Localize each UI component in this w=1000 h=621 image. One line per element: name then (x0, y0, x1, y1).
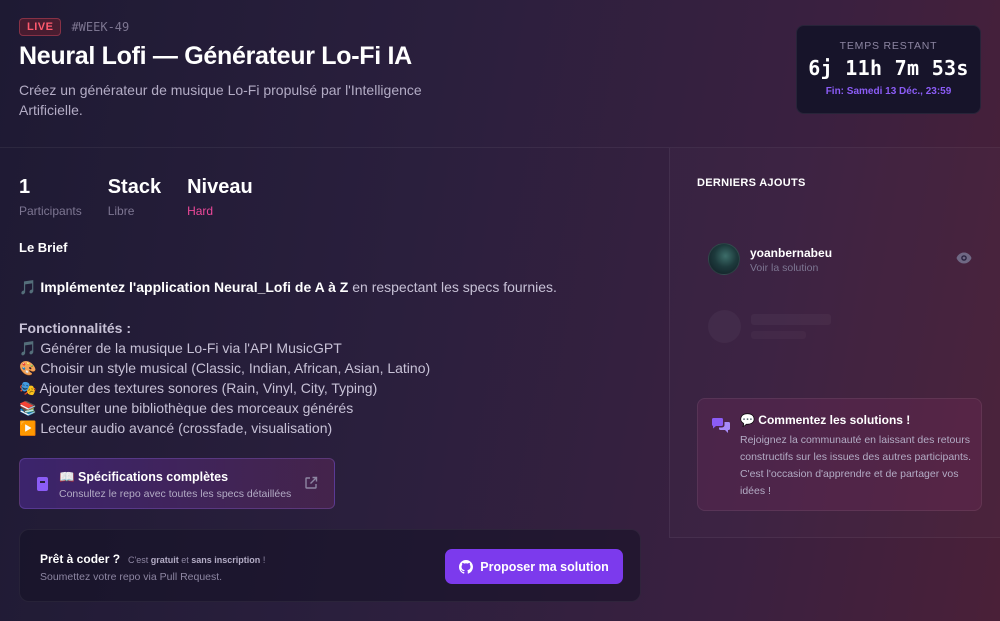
brief-title: Le Brief (19, 240, 68, 255)
submission-author: yoanbernabeu (750, 246, 833, 260)
feature-item: ▶️ Lecteur audio avancé (crossfade, visu… (19, 420, 333, 436)
main-content: 1 Participants Stack Libre Niveau Hard L… (0, 148, 668, 621)
cta-note: C'est gratuit et sans inscription ! (128, 555, 265, 565)
comment-solutions-card: 💬 Commentez les solutions ! Rejoignez la… (697, 398, 982, 511)
skeleton-avatar (708, 310, 741, 343)
feature-item: 🎵 Générer de la musique Lo-Fi via l'API … (19, 340, 342, 356)
cta-title: Prêt à coder ? (40, 552, 121, 566)
specs-title: 📖 Spécifications complètes (59, 470, 229, 484)
feature-item: 🎨 Choisir un style musical (Classic, Ind… (19, 360, 431, 376)
sidebar-title: DERNIERS AJOUTS (697, 177, 806, 189)
submission-entry[interactable]: yoanbernabeu Voir la solution (708, 243, 973, 277)
latest-submissions-sidebar: DERNIERS AJOUTS yoanbernabeu Voir la sol… (669, 148, 1000, 538)
timer-label: TEMPS RESTANT (839, 40, 938, 52)
stats-row: 1 Participants Stack Libre Niveau Hard (19, 176, 253, 218)
cta-line: Prêt à coder ? C'est gratuit et sans ins… (40, 552, 265, 566)
stat-value: 1 (19, 176, 31, 198)
stat-level: Niveau Hard (187, 176, 253, 218)
propose-solution-label: Proposer ma solution (480, 559, 609, 574)
propose-solution-button[interactable]: Proposer ma solution (445, 549, 623, 584)
page-subtitle: Créez un générateur de musique Lo-Fi pro… (19, 82, 422, 118)
brief-intro: 🎵 Implémentez l'application Neural_Lofi … (19, 279, 557, 296)
challenge-header: LIVE #WEEK-49 Neural Lofi — Générateur L… (0, 0, 1000, 148)
view-solution-link[interactable]: Voir la solution (750, 262, 818, 274)
timer-end-date: Fin: Samedi 13 Déc., 23:59 (825, 86, 952, 97)
cta-description: Soumettez votre repo via Pull Request. (40, 571, 223, 583)
eye-icon[interactable] (956, 252, 972, 264)
feature-item: 🎭 Ajouter des textures sonores (Rain, Vi… (19, 380, 378, 396)
cta-panel: Prêt à coder ? C'est gratuit et sans ins… (19, 529, 641, 602)
skeleton-line (751, 331, 806, 339)
page-title: Neural Lofi — Générateur Lo-Fi IA (19, 42, 412, 70)
specs-description: Consultez le repo avec toutes les specs … (59, 488, 292, 500)
comments-icon (711, 418, 730, 433)
stat-label: Libre (107, 204, 135, 218)
brief-intro-bold: Implémentez l'application Neural_Lofi de… (40, 279, 349, 295)
features-title: Fonctionnalités : (19, 320, 131, 336)
cta-note-text: C'est (128, 555, 151, 565)
stat-participants: 1 Participants (19, 176, 82, 218)
feature-item: 📚 Consulter une bibliothèque des morceau… (19, 400, 354, 416)
specs-link-card[interactable]: 📖 Spécifications complètes Consultez le … (19, 458, 335, 509)
cta-note-no-signup: sans inscription (191, 555, 261, 565)
comment-card-title: 💬 Commentez les solutions ! (740, 413, 911, 427)
difficulty-label: Hard (187, 204, 214, 218)
cta-note-text: et (178, 555, 192, 565)
comment-card-text: Rejoignez la communauté en laissant des … (740, 434, 972, 497)
skeleton-line (751, 314, 831, 325)
music-note-emoji: 🎵 (19, 279, 41, 295)
countdown-timer: TEMPS RESTANT 6j 11h 7m 53s Fin: Samedi … (796, 25, 981, 114)
github-icon (459, 559, 474, 574)
live-badge: LIVE (19, 18, 62, 36)
cta-note-text: ! (260, 555, 266, 565)
stat-value: Niveau (187, 176, 253, 198)
stat-label: Participants (19, 204, 82, 218)
timer-value: 6j 11h 7m 53s (808, 56, 969, 80)
external-link-icon (305, 476, 318, 489)
book-icon (37, 477, 48, 491)
avatar (708, 243, 740, 275)
badge-row: LIVE #WEEK-49 (19, 18, 129, 36)
stat-stack: Stack Libre (108, 176, 161, 218)
week-tag: #WEEK-49 (71, 20, 130, 34)
stat-value: Stack (107, 176, 162, 198)
features-list: 🎵 Générer de la musique Lo-Fi via l'API … (19, 338, 430, 438)
cta-note-free: gratuit (150, 555, 179, 565)
brief-intro-rest: en respectant les specs fournies. (348, 279, 557, 295)
